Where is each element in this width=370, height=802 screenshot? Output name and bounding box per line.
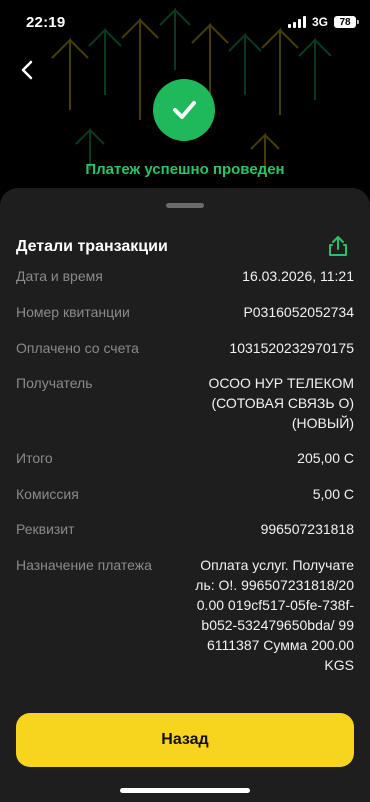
row-value: 5,00 С bbox=[312, 486, 354, 502]
back-icon[interactable] bbox=[14, 56, 42, 84]
details-title: Детали транзакции bbox=[16, 238, 168, 255]
row-label: Получатель bbox=[16, 375, 93, 391]
row-value: 16.03.2026, 11:21 bbox=[242, 268, 354, 284]
row-value: 205,00 С bbox=[297, 450, 354, 466]
status-bar: 22:19 3G 78 bbox=[0, 0, 370, 44]
row-label: Номер квитанции bbox=[16, 304, 130, 320]
row-value: 996507231818 bbox=[260, 521, 354, 537]
row-label: Оплачено со счета bbox=[16, 340, 139, 356]
success-title: Платеж успешно проведен bbox=[85, 161, 285, 178]
row-paid-from-account: Оплачено со счета 1031520232970175 bbox=[16, 338, 354, 358]
row-label: Назначение платежа bbox=[16, 557, 152, 573]
row-payment-purpose: Назначение платежа Оплата услуг. Получат… bbox=[16, 555, 354, 675]
battery-level: 78 bbox=[339, 16, 351, 28]
row-value: 1031520232970175 bbox=[229, 340, 354, 356]
row-value: P0316052052734 bbox=[243, 304, 354, 320]
row-receipt-number: Номер квитанции P0316052052734 bbox=[16, 302, 354, 322]
row-recipient: Получатель ОСОО НУР ТЕЛЕКОМ (СОТОВАЯ СВЯ… bbox=[16, 373, 354, 433]
row-commission: Комиссия 5,00 С bbox=[16, 484, 354, 504]
status-indicators: 3G 78 bbox=[287, 15, 359, 29]
network-type: 3G bbox=[311, 15, 328, 29]
row-label: Комиссия bbox=[16, 486, 79, 502]
row-requisite: Реквизит 996507231818 bbox=[16, 519, 354, 539]
share-icon[interactable] bbox=[326, 234, 350, 258]
row-datetime: Дата и время 16.03.2026, 11:21 bbox=[16, 266, 354, 286]
signal-icon bbox=[287, 16, 306, 28]
row-value: ОСОО НУР ТЕЛЕКОМ (СОТОВАЯ СВЯЗЬ О) (НОВЫ… bbox=[208, 375, 354, 431]
row-total: Итого 205,00 С bbox=[16, 448, 354, 468]
sheet-grabber[interactable] bbox=[166, 203, 204, 208]
back-button[interactable]: Назад bbox=[16, 713, 354, 767]
hero-section: 22:19 3G 78 Платеж успешно проведен bbox=[0, 0, 370, 200]
row-value: Оплата услуг. Получатель: О!. 9965072318… bbox=[195, 557, 354, 673]
check-circle-icon bbox=[153, 79, 215, 141]
row-label: Реквизит bbox=[16, 521, 75, 537]
status-time: 22:19 bbox=[26, 13, 66, 31]
home-indicator bbox=[120, 788, 250, 793]
row-label: Дата и время bbox=[16, 268, 103, 284]
row-label: Итого bbox=[16, 450, 53, 466]
battery-icon: 78 bbox=[334, 16, 359, 28]
